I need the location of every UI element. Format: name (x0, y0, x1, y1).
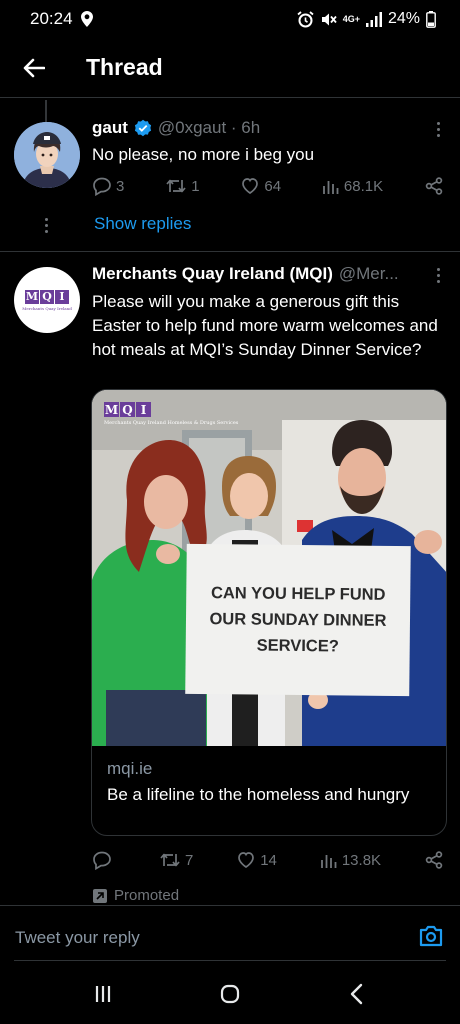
arrow-left-icon (23, 58, 45, 77)
retweet-button[interactable]: 7 (159, 850, 193, 870)
retweet-icon (166, 179, 186, 193)
system-nav-bar (0, 963, 460, 1024)
verified-badge-icon (134, 119, 152, 137)
reply-icon (93, 177, 111, 196)
top-app-bar: Thread (0, 38, 460, 98)
chevron-left-icon (350, 983, 362, 1004)
views-button[interactable]: 13.8K (320, 851, 381, 869)
logo-letter: M (104, 402, 119, 417)
page-title: Thread (86, 54, 163, 80)
battery-percent: 24% (387, 10, 420, 27)
battery-icon (426, 10, 436, 28)
reply-icon (93, 851, 111, 870)
mute-icon (320, 11, 337, 28)
more-options-icon[interactable] (434, 122, 442, 137)
more-options-icon[interactable] (434, 268, 442, 283)
thread-ellipsis-icon (42, 218, 50, 233)
status-bar: 20:24 4G+ 24% (0, 0, 460, 38)
mqi-logo: M Q I (104, 402, 238, 417)
logo-letter: Q (40, 289, 54, 304)
reply-button[interactable]: 3 (92, 176, 124, 196)
link-card[interactable]: M Q I Merchants Quay Ireland Homeless & … (91, 389, 447, 836)
logo-letter: I (136, 402, 151, 417)
network-label: 4G+ (342, 13, 360, 24)
recent-apps-icon (96, 985, 111, 1002)
thread-connector (45, 100, 47, 122)
camera-button[interactable] (418, 923, 444, 949)
promoted-label: Promoted (92, 887, 179, 904)
view-count: 13.8K (341, 851, 382, 869)
parent-tweet[interactable]: gaut @0xgaut · 6h No please, no more i b… (0, 100, 460, 252)
reply-composer: Tweet your reply (0, 905, 460, 963)
like-count: 14 (260, 851, 277, 869)
reply-input[interactable]: Tweet your reply (15, 928, 140, 948)
promoted-arrow-icon (93, 888, 107, 903)
nav-back-button[interactable] (337, 974, 377, 1014)
clock: 20:24 (30, 9, 73, 28)
like-count: 64 (264, 177, 282, 195)
reply-button[interactable] (92, 850, 116, 870)
reply-count: 3 (116, 177, 125, 195)
heart-icon (242, 178, 259, 195)
back-button[interactable] (14, 48, 54, 88)
share-button[interactable] (424, 176, 444, 196)
logo-letter: M (25, 289, 39, 304)
camera-icon (419, 925, 443, 947)
author-handle: @0xgaut · 6h (157, 118, 261, 137)
author-handle: @Mer... (338, 264, 399, 283)
views-icon (323, 181, 339, 194)
home-icon (220, 984, 240, 1003)
sign-text: CAN YOU HELP FUND OUR SUNDAY DINNER SERV… (209, 584, 387, 656)
tweet-header: Merchants Quay Ireland (MQI) @Mer... (92, 264, 420, 284)
views-icon (320, 855, 337, 868)
retweet-count: 1 (191, 177, 200, 195)
promoted-tweet[interactable]: M Q I Merchants Quay Ireland Merchants Q… (0, 253, 460, 905)
logo-subtitle: Merchants Quay Ireland Homeless & Drugs … (104, 420, 239, 426)
avatar[interactable] (14, 122, 80, 188)
like-button[interactable]: 14 (236, 850, 277, 870)
tweet-header: gaut @0xgaut · 6h (92, 118, 420, 138)
retweet-icon (160, 853, 180, 867)
tweet-text: No please, no more i beg you (92, 145, 315, 164)
author-name[interactable]: gaut (92, 118, 128, 138)
share-button[interactable] (424, 850, 444, 870)
card-image: M Q I Merchants Quay Ireland Homeless & … (92, 390, 446, 746)
share-icon (425, 177, 443, 195)
mqi-logo: M Q I (25, 289, 69, 304)
card-photo-logo: M Q I Merchants Quay Ireland Homeless & … (104, 402, 238, 426)
logo-subtitle: Merchants Quay Ireland (22, 305, 72, 311)
avatar[interactable]: M Q I Merchants Quay Ireland (14, 267, 80, 333)
home-button[interactable] (210, 974, 250, 1014)
retweet-button[interactable]: 1 (165, 176, 200, 196)
author-name[interactable]: Merchants Quay Ireland (MQI) (92, 264, 333, 284)
like-button[interactable]: 64 (240, 176, 281, 196)
alarm-icon (297, 10, 314, 28)
divider (14, 960, 446, 961)
donation-sign: CAN YOU HELP FUND OUR SUNDAY DINNER SERV… (185, 543, 411, 697)
tweet-actions: 7 14 13.8K (92, 850, 444, 870)
view-count: 68.1K (343, 177, 384, 195)
signal-icon (365, 11, 382, 27)
views-button[interactable]: 68.1K (322, 177, 383, 195)
recent-apps-button[interactable] (83, 974, 123, 1014)
location-icon (80, 11, 93, 27)
show-replies-link[interactable]: Show replies (94, 214, 191, 234)
share-icon (425, 851, 443, 869)
heart-icon (238, 852, 255, 869)
logo-letter: I (55, 289, 69, 304)
retweet-count: 7 (184, 851, 194, 869)
tweet-text: Please will you make a generous gift thi… (92, 292, 438, 359)
card-domain: mqi.ie (107, 759, 153, 778)
card-title: Be a lifeline to the homeless and hungry (107, 785, 410, 804)
promoted-text: Promoted (114, 887, 180, 904)
tweet-actions: 3 1 64 68.1K (92, 176, 444, 196)
logo-letter: Q (120, 402, 135, 417)
